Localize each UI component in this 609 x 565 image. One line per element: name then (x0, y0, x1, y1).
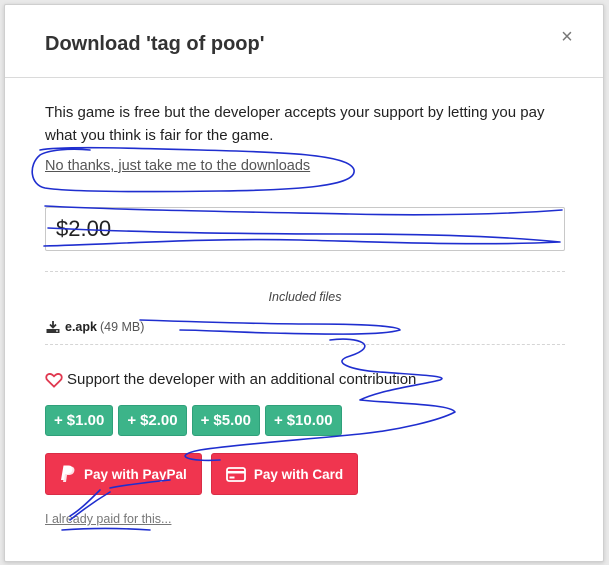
paypal-icon (61, 465, 75, 482)
plus-icon: + (54, 412, 63, 429)
download-icon (46, 321, 60, 333)
pay-with-paypal-button[interactable]: Pay with PayPal (45, 453, 202, 495)
credit-card-icon (225, 466, 246, 482)
close-icon[interactable]: × (557, 27, 577, 47)
intro-text: This game is free but the developer acce… (45, 104, 545, 144)
plus-icon: + (200, 412, 210, 429)
add-1-dollar-button[interactable]: + $1.00 (45, 405, 114, 436)
included-files-label: Included files (268, 290, 342, 304)
payment-buttons: Pay with PayPal Pay with Card (45, 453, 359, 495)
divider (45, 344, 565, 345)
file-item[interactable]: e.apk (49 MB) (45, 320, 144, 334)
download-dialog: Download 'tag of poop' × This game is fr… (4, 4, 604, 562)
plus-icon: + (127, 412, 137, 429)
dialog-header: Download 'tag of poop' × (5, 5, 603, 78)
pay-with-card-button[interactable]: Pay with Card (210, 453, 359, 495)
paypal-label: Pay with PayPal (84, 466, 187, 482)
price-input[interactable] (45, 207, 565, 251)
plus-icon: + (273, 412, 283, 429)
file-name: e.apk (65, 320, 97, 334)
add-5-dollar-button[interactable]: + $5.00 (191, 405, 260, 436)
heart-icon (45, 372, 63, 388)
contribution-amount: $2.00 (140, 412, 178, 429)
dialog-body: This game is free but the developer acce… (45, 101, 565, 526)
support-text: Support the developer with an additional… (67, 371, 417, 388)
no-thanks-link[interactable]: No thanks, just take me to the downloads (45, 158, 310, 174)
contribution-buttons: + $1.00 + $2.00 + $5.00 + $10.00 (45, 405, 342, 436)
already-paid-link[interactable]: I already paid for this... (45, 512, 171, 526)
contribution-amount: $5.00 (213, 412, 251, 429)
dialog-title: Download 'tag of poop' (45, 33, 265, 55)
contribution-amount: $10.00 (286, 412, 333, 429)
file-size: (49 MB) (99, 320, 145, 334)
divider (45, 271, 565, 272)
add-10-dollar-button[interactable]: + $10.00 (264, 405, 342, 436)
card-label: Pay with Card (253, 466, 344, 482)
support-developer-row: Support the developer with an additional… (45, 371, 416, 388)
contribution-amount: $1.00 (66, 412, 105, 429)
add-2-dollar-button[interactable]: + $2.00 (118, 405, 187, 436)
